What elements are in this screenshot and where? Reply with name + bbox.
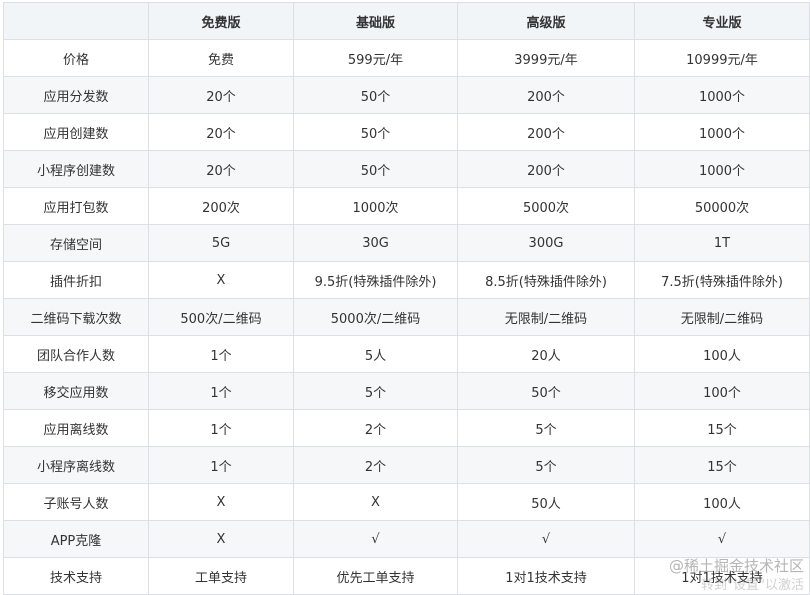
advanced-cell: 50个 <box>457 372 635 410</box>
header-free: 免费版 <box>148 2 294 40</box>
header-professional: 专业版 <box>634 2 810 40</box>
advanced-cell: 200个 <box>457 76 635 114</box>
basic-cell: √ <box>293 520 458 558</box>
professional-cell: √ <box>634 520 810 558</box>
basic-cell: 2个 <box>293 409 458 447</box>
advanced-cell: 5个 <box>457 409 635 447</box>
advanced-cell: 5个 <box>457 446 635 484</box>
feature-cell: 应用创建数 <box>3 113 149 151</box>
free-cell: X <box>148 483 294 521</box>
professional-cell: 15个 <box>634 446 810 484</box>
free-cell: 1个 <box>148 409 294 447</box>
professional-cell: 10999元/年 <box>634 39 810 77</box>
professional-cell: 1T <box>634 224 810 262</box>
professional-cell: 100人 <box>634 483 810 521</box>
professional-cell: 100个 <box>634 372 810 410</box>
free-cell: 20个 <box>148 76 294 114</box>
free-cell: 20个 <box>148 113 294 151</box>
table-row: 应用分发数 20个 50个 200个 1000个 <box>3 76 810 114</box>
professional-cell: 1000个 <box>634 76 810 114</box>
table-row: 二维码下载次数 500次/二维码 5000次/二维码 无限制/二维码 无限制/二维码 <box>3 298 810 336</box>
table-row: 应用创建数 20个 50个 200个 1000个 <box>3 113 810 151</box>
professional-cell: 无限制/二维码 <box>634 298 810 336</box>
feature-cell: APP克隆 <box>3 520 149 558</box>
table-body: 价格 免费 599元/年 3999元/年 10999元/年 应用分发数 20个 50个 200个… <box>3 39 810 595</box>
basic-cell: 50个 <box>293 150 458 188</box>
feature-cell: 插件折扣 <box>3 261 149 299</box>
feature-cell: 团队合作人数 <box>3 335 149 373</box>
advanced-cell: 50人 <box>457 483 635 521</box>
free-cell: 5G <box>148 224 294 262</box>
basic-cell: 50个 <box>293 76 458 114</box>
advanced-cell: 200个 <box>457 113 635 151</box>
table-row: 存储空间 5G 30G 300G 1T <box>3 224 810 262</box>
table-row: APP克隆 X √ √ √ <box>3 520 810 558</box>
basic-cell: 9.5折(特殊插件除外) <box>293 261 458 299</box>
advanced-cell: 3999元/年 <box>457 39 635 77</box>
free-cell: 1个 <box>148 335 294 373</box>
feature-cell: 移交应用数 <box>3 372 149 410</box>
basic-cell: 优先工单支持 <box>293 557 458 595</box>
header-basic: 基础版 <box>293 2 458 40</box>
professional-cell: 1000个 <box>634 113 810 151</box>
feature-cell: 应用分发数 <box>3 76 149 114</box>
table-row: 小程序创建数 20个 50个 200个 1000个 <box>3 150 810 188</box>
advanced-cell: 1对1技术支持 <box>457 557 635 595</box>
free-cell: X <box>148 261 294 299</box>
free-cell: 1个 <box>148 372 294 410</box>
advanced-cell: 8.5折(特殊插件除外) <box>457 261 635 299</box>
professional-cell: 1000个 <box>634 150 810 188</box>
table-row: 应用离线数 1个 2个 5个 15个 <box>3 409 810 447</box>
basic-cell: 30G <box>293 224 458 262</box>
free-cell: 200次 <box>148 187 294 225</box>
feature-cell: 小程序离线数 <box>3 446 149 484</box>
feature-cell: 价格 <box>3 39 149 77</box>
free-cell: 免费 <box>148 39 294 77</box>
header-feature <box>3 2 149 40</box>
table-row: 移交应用数 1个 5个 50个 100个 <box>3 372 810 410</box>
professional-cell: 15个 <box>634 409 810 447</box>
professional-cell: 100人 <box>634 335 810 373</box>
table-row: 子账号人数 X X 50人 100人 <box>3 483 810 521</box>
free-cell: 1个 <box>148 446 294 484</box>
header-advanced: 高级版 <box>457 2 635 40</box>
basic-cell: 5人 <box>293 335 458 373</box>
feature-cell: 技术支持 <box>3 557 149 595</box>
table-row: 技术支持 工单支持 优先工单支持 1对1技术支持 1对1技术支持 <box>3 557 810 595</box>
feature-cell: 应用离线数 <box>3 409 149 447</box>
table-row: 小程序离线数 1个 2个 5个 15个 <box>3 446 810 484</box>
advanced-cell: 无限制/二维码 <box>457 298 635 336</box>
basic-cell: 50个 <box>293 113 458 151</box>
table-row: 价格 免费 599元/年 3999元/年 10999元/年 <box>3 39 810 77</box>
table-row: 团队合作人数 1个 5人 20人 100人 <box>3 335 810 373</box>
basic-cell: 1000次 <box>293 187 458 225</box>
advanced-cell: 300G <box>457 224 635 262</box>
professional-cell: 7.5折(特殊插件除外) <box>634 261 810 299</box>
table-row: 插件折扣 X 9.5折(特殊插件除外) 8.5折(特殊插件除外) 7.5折(特殊插件除外… <box>3 261 810 299</box>
free-cell: X <box>148 520 294 558</box>
pricing-table: 免费版 基础版 高级版 专业版 价格 免费 599元/年 3999元/年 10999元/… <box>3 2 810 595</box>
basic-cell: 599元/年 <box>293 39 458 77</box>
professional-cell: 50000次 <box>634 187 810 225</box>
table-header-row: 免费版 基础版 高级版 专业版 <box>3 2 810 40</box>
free-cell: 工单支持 <box>148 557 294 595</box>
feature-cell: 应用打包数 <box>3 187 149 225</box>
feature-cell: 存储空间 <box>3 224 149 262</box>
feature-cell: 二维码下载次数 <box>3 298 149 336</box>
free-cell: 20个 <box>148 150 294 188</box>
basic-cell: X <box>293 483 458 521</box>
basic-cell: 2个 <box>293 446 458 484</box>
advanced-cell: 5000次 <box>457 187 635 225</box>
table-row: 应用打包数 200次 1000次 5000次 50000次 <box>3 187 810 225</box>
professional-cell: 1对1技术支持 <box>634 557 810 595</box>
feature-cell: 子账号人数 <box>3 483 149 521</box>
advanced-cell: √ <box>457 520 635 558</box>
advanced-cell: 20人 <box>457 335 635 373</box>
free-cell: 500次/二维码 <box>148 298 294 336</box>
advanced-cell: 200个 <box>457 150 635 188</box>
basic-cell: 5000次/二维码 <box>293 298 458 336</box>
basic-cell: 5个 <box>293 372 458 410</box>
feature-cell: 小程序创建数 <box>3 150 149 188</box>
